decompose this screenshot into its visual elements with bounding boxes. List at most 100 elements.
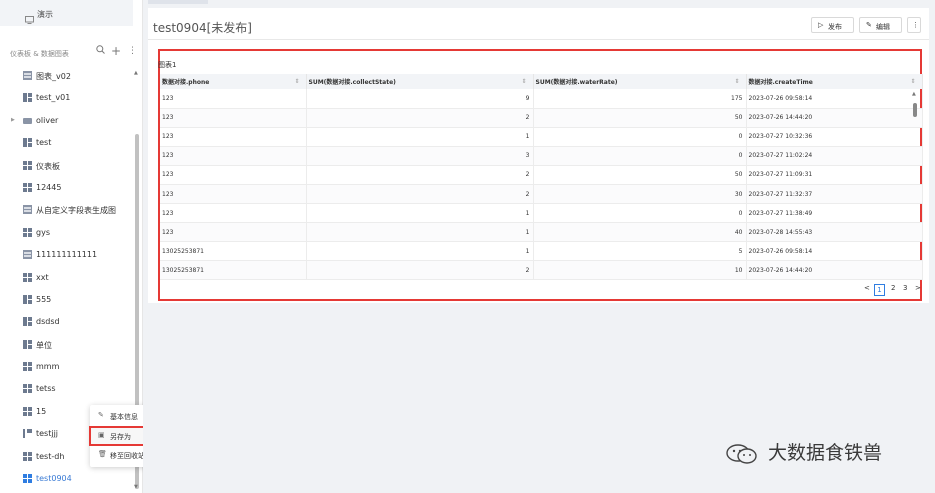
app-root: 演示 仪表板 & 数据图表 + ⋮ 图表_v02 test_v01 ▶ oliv… xyxy=(0,0,935,493)
more-button[interactable]: ⋮ xyxy=(907,17,921,33)
table-cell: 2023-07-27 11:38:49 xyxy=(746,203,923,224)
page-button[interactable]: 2 xyxy=(891,284,895,292)
table-cell: 1 xyxy=(306,222,534,243)
table-cell: 50 xyxy=(533,108,747,128)
dashboard-icon xyxy=(23,294,32,304)
tree-item[interactable]: 12445 xyxy=(0,177,136,199)
tree-item[interactable]: 仪表板 xyxy=(0,155,136,177)
chart-card[interactable]: 图表1 数据对接.phone ⇕ SUM(数据对接.collectState) ⇕ … xyxy=(158,49,923,301)
table-row: 123 1 40 2023-07-28 14:55:43 xyxy=(160,222,923,243)
search-icon[interactable] xyxy=(96,45,105,57)
dashboard-panel: test0904[未发布] ▷ 发布 ✎ 编辑 ⋮ 图表1 数据对接.phone… xyxy=(148,8,929,303)
main-area: test0904[未发布] ▷ 发布 ✎ 编辑 ⋮ 图表1 数据对接.phone… xyxy=(143,0,935,493)
table-cell: 0 xyxy=(533,146,747,166)
menu-item-label: 移至回收站 xyxy=(110,452,145,460)
tree-item[interactable]: xxt xyxy=(0,267,136,289)
plus-icon[interactable]: + xyxy=(111,44,121,58)
table-scrollbar[interactable]: ▲ xyxy=(912,91,918,276)
send-icon: ▷ xyxy=(818,21,824,29)
more-vertical-icon[interactable]: ⋮ xyxy=(128,46,137,56)
tree-item-label: xxt xyxy=(36,272,49,282)
column-header[interactable]: SUM(数据对接.waterRate) ⇕ xyxy=(533,74,747,89)
dashboard-icon xyxy=(23,474,32,484)
tree-item[interactable]: gys xyxy=(0,222,136,244)
dashboard-icon xyxy=(23,93,32,103)
column-header-label: 数据对接.createTime xyxy=(748,79,813,86)
table-cell: 30 xyxy=(533,184,747,205)
tree-item[interactable]: 111111111111 xyxy=(0,244,136,266)
table-cell: 123 xyxy=(160,146,307,166)
tree-item[interactable]: 单位 xyxy=(0,334,136,356)
sort-icon[interactable]: ⇕ xyxy=(734,78,739,85)
tree-item-label: 仪表板 xyxy=(36,161,60,171)
publish-button[interactable]: ▷ 发布 xyxy=(811,17,854,33)
edit-button[interactable]: ✎ 编辑 xyxy=(859,17,902,33)
table-row: 13025253871 1 5 2023-07-26 09:58:14 xyxy=(160,241,923,262)
trash-icon: 🗑 xyxy=(98,450,107,458)
tree-item[interactable]: dsdsd xyxy=(0,311,136,333)
table-cell: 2023-07-26 09:58:14 xyxy=(746,241,923,262)
page-button-current[interactable]: 1 xyxy=(874,284,885,296)
tree-item[interactable]: tetss xyxy=(0,378,136,400)
page-button[interactable]: 3 xyxy=(903,284,907,292)
sort-icon[interactable]: ⇕ xyxy=(294,78,299,85)
tree-item-label: 12445 xyxy=(36,182,62,192)
column-header[interactable]: 数据对接.phone ⇕ xyxy=(160,74,307,89)
table-row: 123 1 0 2023-07-27 11:38:49 xyxy=(160,203,923,224)
tree-item-label: test_v01 xyxy=(36,93,71,103)
page-title: test0904[未发布] xyxy=(153,21,252,35)
table-cell: 123 xyxy=(160,108,307,128)
tree-item-label: 111111111111 xyxy=(36,250,98,260)
sort-icon[interactable]: ⇕ xyxy=(521,78,526,85)
expand-arrow-icon[interactable]: ▶ xyxy=(11,117,15,123)
table-row: 123 3 0 2023-07-27 11:02:24 xyxy=(160,146,923,166)
scroll-up-icon[interactable]: ▲ xyxy=(912,91,916,97)
dashboard-icon xyxy=(23,160,32,170)
table-cell: 1 xyxy=(306,127,534,147)
table-cell: 123 xyxy=(160,127,307,147)
tree-item-label: test0904 xyxy=(36,474,72,484)
button-label: 编辑 xyxy=(876,22,890,31)
table-cell: 175 xyxy=(533,89,747,109)
next-page-button[interactable]: > xyxy=(915,284,921,292)
table-cell: 40 xyxy=(533,222,747,243)
sidebar-item-label: 演示 xyxy=(37,10,53,19)
column-header[interactable]: SUM(数据对接.collectState) ⇕ xyxy=(306,74,534,89)
tree-item[interactable]: 从自定义字段表生成图 xyxy=(0,199,136,221)
scroll-up-icon[interactable]: ▲ xyxy=(134,70,138,76)
column-header-label: SUM(数据对接.collectState) xyxy=(308,79,396,86)
column-header[interactable]: 数据对接.createTime ⇕ xyxy=(746,74,923,89)
prev-page-button[interactable]: < xyxy=(864,284,870,292)
sort-icon[interactable]: ⇕ xyxy=(910,78,915,85)
table-cell: 5 xyxy=(533,241,747,262)
tree-item-label: test-dh xyxy=(36,451,65,461)
edit-icon: ✎ xyxy=(866,21,872,29)
scrollbar-thumb[interactable] xyxy=(913,103,917,117)
tree-item-label: 单位 xyxy=(36,340,52,350)
folder-icon xyxy=(23,117,32,124)
tree-folder[interactable]: ▶ oliver xyxy=(0,110,136,132)
tree-item[interactable]: test_v01 xyxy=(0,87,136,109)
tree-item-label: 555 xyxy=(36,294,52,304)
tree-item-active[interactable]: test0904 xyxy=(0,468,136,490)
tree-item[interactable]: test xyxy=(0,132,136,154)
tree-item[interactable]: 图表_v02 xyxy=(0,65,136,87)
table-cell: 2 xyxy=(306,165,534,185)
table-cell: 2023-07-27 11:32:37 xyxy=(746,184,923,205)
tab-strip[interactable] xyxy=(148,0,208,4)
table-cell: 2023-07-26 14:44:20 xyxy=(746,260,923,281)
tree-item-label: testjjj xyxy=(36,429,59,439)
table-cell: 2023-07-26 14:44:20 xyxy=(746,108,923,128)
scroll-down-icon[interactable]: ▼ xyxy=(134,484,138,490)
tree-item[interactable]: 555 xyxy=(0,289,136,311)
tree-item-label: 15 xyxy=(36,406,47,416)
chart-title: 图表1 xyxy=(158,61,177,69)
dashboard-icon xyxy=(23,227,32,237)
tree-item-label: oliver xyxy=(36,115,59,125)
sidebar-item-demo[interactable]: 演示 xyxy=(0,0,133,26)
divider xyxy=(148,39,929,40)
table-row: 13025253871 2 10 2023-07-26 14:44:20 xyxy=(160,260,923,281)
tree-item[interactable]: mmm xyxy=(0,356,136,378)
dashboard-icon xyxy=(23,451,32,461)
section-title: 仪表板 & 数据图表 xyxy=(10,50,69,58)
